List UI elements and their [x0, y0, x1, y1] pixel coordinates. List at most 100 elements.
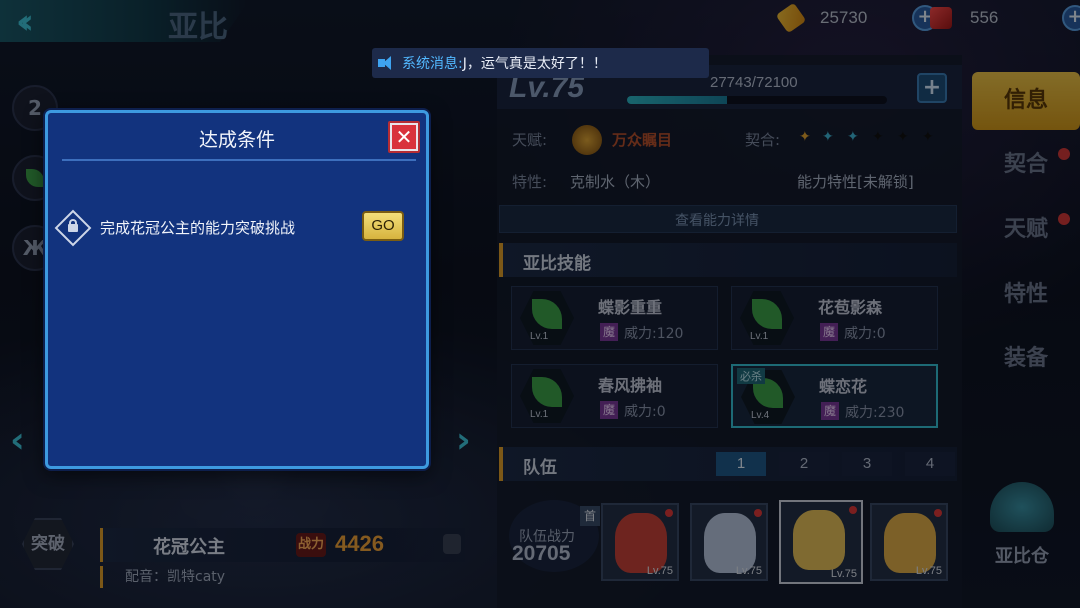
add-gems-button[interactable]: +: [1062, 5, 1080, 31]
system-message: 系统消息: J，运气真是太好了！！: [372, 48, 709, 78]
skill-card[interactable]: Lv.1 春风拂袖 魔 威力:0: [511, 364, 718, 428]
skill-power: 威力:120: [624, 326, 684, 342]
member-portrait: [615, 513, 667, 573]
tab-trait-label: 特性: [1003, 282, 1048, 307]
notification-dot: [849, 506, 857, 514]
crown-icon: [572, 125, 602, 155]
power-tag: 战力: [296, 533, 326, 557]
member-level: Lv.75: [735, 565, 762, 577]
tab-trait[interactable]: 特性: [972, 266, 1080, 324]
close-button[interactable]: ✕: [388, 121, 420, 153]
condition-text: 完成花冠公主的能力突破挑战: [100, 219, 296, 237]
pact-star-icon: ✦: [872, 129, 884, 145]
ability-trait: 能力特性[未解锁]: [797, 173, 914, 191]
skill-level: Lv.1: [750, 331, 769, 342]
skill-power: 威力:0: [844, 326, 886, 342]
go-button[interactable]: GO: [362, 211, 404, 241]
team-power-value: 20705: [512, 542, 571, 565]
warehouse-label: 亚比仓: [995, 546, 1049, 567]
notification-dot: [1058, 213, 1070, 225]
detail-label: 查看能力详情: [675, 213, 759, 229]
trait-label: 特性:: [512, 173, 548, 191]
member-level: Lv.75: [830, 568, 857, 580]
xp-bar: [627, 96, 887, 104]
team-title: 队伍: [523, 458, 557, 478]
pact-star-icon: ✦: [922, 129, 934, 145]
skill-level: Lv.4: [751, 410, 770, 421]
skill-name: 花苞影森: [818, 298, 883, 317]
skill-level: Lv.1: [530, 331, 549, 342]
pact-star-icon: ✦: [799, 129, 811, 145]
tab-equipment[interactable]: 装备: [972, 330, 1080, 388]
tab-info-label: 信息: [1003, 88, 1048, 113]
team-tab-3[interactable]: 3: [842, 452, 892, 476]
dialog-title: 达成条件: [198, 129, 275, 151]
notification-dot: [754, 509, 762, 517]
skills-title: 亚比技能: [523, 254, 591, 274]
skill-type-tag: 魔: [821, 402, 839, 420]
skill-power: 威力:230: [845, 405, 905, 421]
view-ability-detail-button[interactable]: 查看能力详情: [499, 205, 957, 233]
tab-info[interactable]: 信息: [972, 72, 1080, 130]
gem-value: 556: [970, 8, 999, 27]
xp-text: 27743/72100: [710, 74, 798, 91]
notification-dot: [1058, 148, 1070, 160]
ticket-value: 25730: [820, 8, 868, 27]
warehouse-button[interactable]: 亚比仓: [982, 482, 1062, 572]
team-member[interactable]: Lv.75: [601, 503, 679, 581]
prev-character-arrow-icon[interactable]: ‹: [10, 420, 25, 461]
xp-fill: [627, 96, 728, 104]
pact-star-icon: ✦: [847, 129, 859, 145]
skill-name: 蝶影重重: [598, 298, 663, 317]
notification-dot: [665, 509, 673, 517]
double-chevron-left-icon: ‹‹: [16, 2, 34, 42]
condition-row: 完成花冠公主的能力突破挑战 GO: [54, 209, 416, 249]
next-character-arrow-icon[interactable]: ›: [456, 420, 471, 461]
team-tab-4[interactable]: 4: [905, 452, 955, 476]
lock-body: [68, 224, 78, 232]
pact-star-icon: ✦: [897, 129, 909, 145]
captain-badge: 首: [580, 506, 600, 526]
pact-label: 契合:: [745, 131, 781, 149]
talent-value: 万众瞩目: [612, 131, 673, 149]
lock-icon[interactable]: [443, 534, 461, 554]
skill-power: 威力:0: [624, 404, 666, 420]
tab-talent-label: 天赋: [1003, 217, 1048, 242]
member-level: Lv.75: [915, 565, 942, 577]
breakthrough-button[interactable]: 突破: [22, 518, 74, 570]
tab-talent[interactable]: 天赋: [972, 201, 1080, 259]
notification-dot: [934, 509, 942, 517]
talent-label: 天赋:: [512, 131, 548, 149]
close-icon: ✕: [392, 125, 416, 149]
ultimate-badge: 必杀: [737, 368, 765, 384]
skill-level: Lv.1: [530, 409, 549, 420]
skill-card[interactable]: 必杀 Lv.4 蝶恋花 魔 威力:230: [731, 364, 938, 428]
team-member[interactable]: Lv.75: [690, 503, 768, 581]
member-portrait: [704, 513, 756, 573]
ticket-counter: 25730 +: [775, 2, 938, 34]
member-portrait: [793, 510, 845, 570]
gem-icon: [930, 7, 952, 29]
team-tab-2[interactable]: 2: [779, 452, 829, 476]
skill-type-tag: 魔: [600, 401, 618, 419]
team-tab-1[interactable]: 1: [716, 452, 766, 476]
character-name: 花冠公主: [153, 537, 225, 558]
system-message-prefix: 系统消息:: [402, 56, 463, 72]
character-nameplate: 花冠公主 战力 4426: [100, 528, 465, 562]
skill-card[interactable]: Lv.1 蝶影重重 魔 威力:120: [511, 286, 718, 350]
member-portrait: [884, 513, 936, 573]
skill-name: 春风拂袖: [598, 376, 663, 395]
team-member[interactable]: Lv.75: [870, 503, 948, 581]
conditions-dialog: 达成条件 ✕ 完成花冠公主的能力突破挑战 GO: [45, 110, 429, 469]
skill-type-tag: 魔: [820, 323, 838, 341]
trait-value: 克制水（木）: [570, 173, 661, 191]
ticket-icon: [775, 2, 807, 34]
team-member[interactable]: Lv.75: [779, 500, 863, 584]
skill-card[interactable]: Lv.1 花苞影森 魔 威力:0: [731, 286, 938, 350]
character-power: 4426: [335, 531, 384, 556]
pact-star-icon: ✦: [822, 129, 834, 145]
skill-name: 蝶恋花: [819, 377, 868, 396]
tab-pact[interactable]: 契合: [972, 136, 1080, 194]
level-up-button[interactable]: +: [917, 73, 947, 103]
skill-type-tag: 魔: [600, 323, 618, 341]
